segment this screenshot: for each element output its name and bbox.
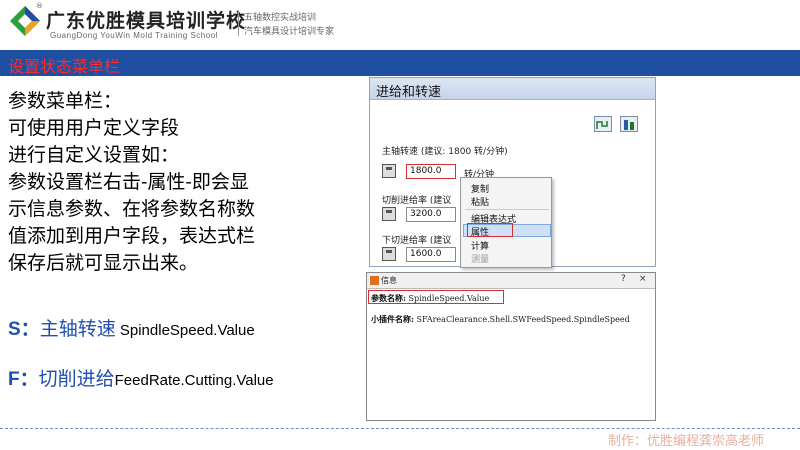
param-key: S： [8, 319, 40, 340]
plunge-feed-label: 下切进给率 (建议 [382, 236, 452, 246]
param-name-label: 参数名称: [371, 293, 406, 303]
param-spindle: S：主轴转速 SpindleSpeed.Value [8, 314, 255, 341]
feed-profile-button[interactable] [594, 116, 612, 132]
spindle-speed-input[interactable]: 1800.0 [406, 164, 456, 179]
header-divider [238, 10, 239, 36]
body-text: 参数菜单栏： 可使用用户定义字段 进行自定义设置如： 参数设置栏右击-属性-即会… [8, 88, 328, 277]
app-icon [370, 276, 379, 285]
tool-settings-button[interactable] [620, 116, 638, 132]
param-name-row: 参数名称: SpindleSpeed.Value [371, 293, 489, 304]
menu-item-edit-expression[interactable]: 编辑表达式 [471, 212, 516, 225]
calculator-icon[interactable] [382, 247, 396, 261]
param-value: FeedRate.Cutting.Value [114, 372, 274, 389]
feed-speed-dialog-title: 进给和转速 [376, 85, 442, 100]
menu-separator [465, 209, 549, 210]
plugin-name-label: 小插件名称: [371, 314, 414, 324]
close-icon[interactable]: × [639, 274, 647, 284]
plugin-name-row: 小插件名称: SFAreaClearance.Shell.SWFeedSpeed… [371, 314, 630, 325]
body-line: 参数菜单栏： [8, 90, 123, 112]
param-name-value: SpindleSpeed.Value [405, 294, 490, 303]
menu-item-paste[interactable]: 粘贴 [471, 195, 489, 208]
feed-speed-dialog-title-bar: 进给和转速 [370, 78, 655, 100]
school-name: 广东优胜模具培训学校 [46, 10, 247, 32]
slogan-2: 汽车模具设计培训专家 [244, 27, 335, 37]
calculator-icon[interactable] [382, 164, 396, 178]
info-dialog-title: 信息 [381, 276, 397, 285]
menu-item-calculate[interactable]: 计算 [471, 239, 489, 252]
context-menu: 复制 粘贴 编辑表达式 属性 计算 测量 [460, 177, 552, 268]
body-line: 参数设置栏右击-属性-即会显 [8, 171, 249, 193]
tool-settings-icon [624, 120, 634, 130]
info-dialog-title-bar: 信息 ? × [367, 273, 655, 289]
info-dialog: 信息 ? × 参数名称: SpindleSpeed.Value 小插件名称: S… [366, 272, 656, 421]
menu-item-measure: 测量 [471, 255, 490, 265]
cutting-feed-label: 切削进给率 (建议 [382, 196, 452, 206]
spindle-speed-label: 主轴转速 (建议: 1800 转/分钟) [382, 147, 508, 157]
cutting-feed-input[interactable]: 3200.0 [406, 207, 456, 222]
param-key: F： [8, 369, 39, 390]
calculator-icon[interactable] [382, 207, 396, 221]
body-line: 进行自定义设置如： [8, 144, 180, 166]
param-feed: F：切削进给FeedRate.Cutting.Value [8, 364, 274, 391]
menu-item-copy[interactable]: 复制 [471, 182, 489, 195]
school-name-english: GuangDong YouWin Mold Training School [50, 31, 218, 40]
plugin-name-value: SFAreaClearance.Shell.SWFeedSpeed.Spindl… [413, 315, 630, 324]
title-band: 设置状态菜单栏 [0, 50, 800, 76]
param-value: SpindleSpeed.Value [115, 322, 255, 339]
header: ® 广东优胜模具培训学校 GuangDong YouWin Mold Train… [0, 0, 800, 48]
help-icon[interactable]: ? [621, 274, 626, 284]
body-line: 保存后就可显示出来。 [8, 252, 199, 274]
param-cn: 主轴转速 [39, 318, 116, 340]
param-cn: 切削进给 [38, 368, 115, 390]
body-line: 值添加到用户字段，表达式栏 [8, 225, 256, 247]
registered-mark: ® [36, 2, 43, 10]
feed-profile-icon [596, 121, 608, 129]
menu-item-properties[interactable]: 属性 [471, 225, 489, 238]
slide-title: 设置状态菜单栏 [8, 57, 121, 76]
body-line: 可使用用户定义字段 [8, 117, 180, 139]
footer-credit: 制作：优胜编程龚崇高老师 [608, 434, 765, 449]
slogan-1: 五轴数控实战培训 [244, 13, 317, 23]
plunge-feed-input[interactable]: 1600.0 [406, 247, 456, 262]
footer-divider [0, 428, 800, 429]
body-line: 示信息参数、在将参数名称数 [8, 198, 256, 220]
